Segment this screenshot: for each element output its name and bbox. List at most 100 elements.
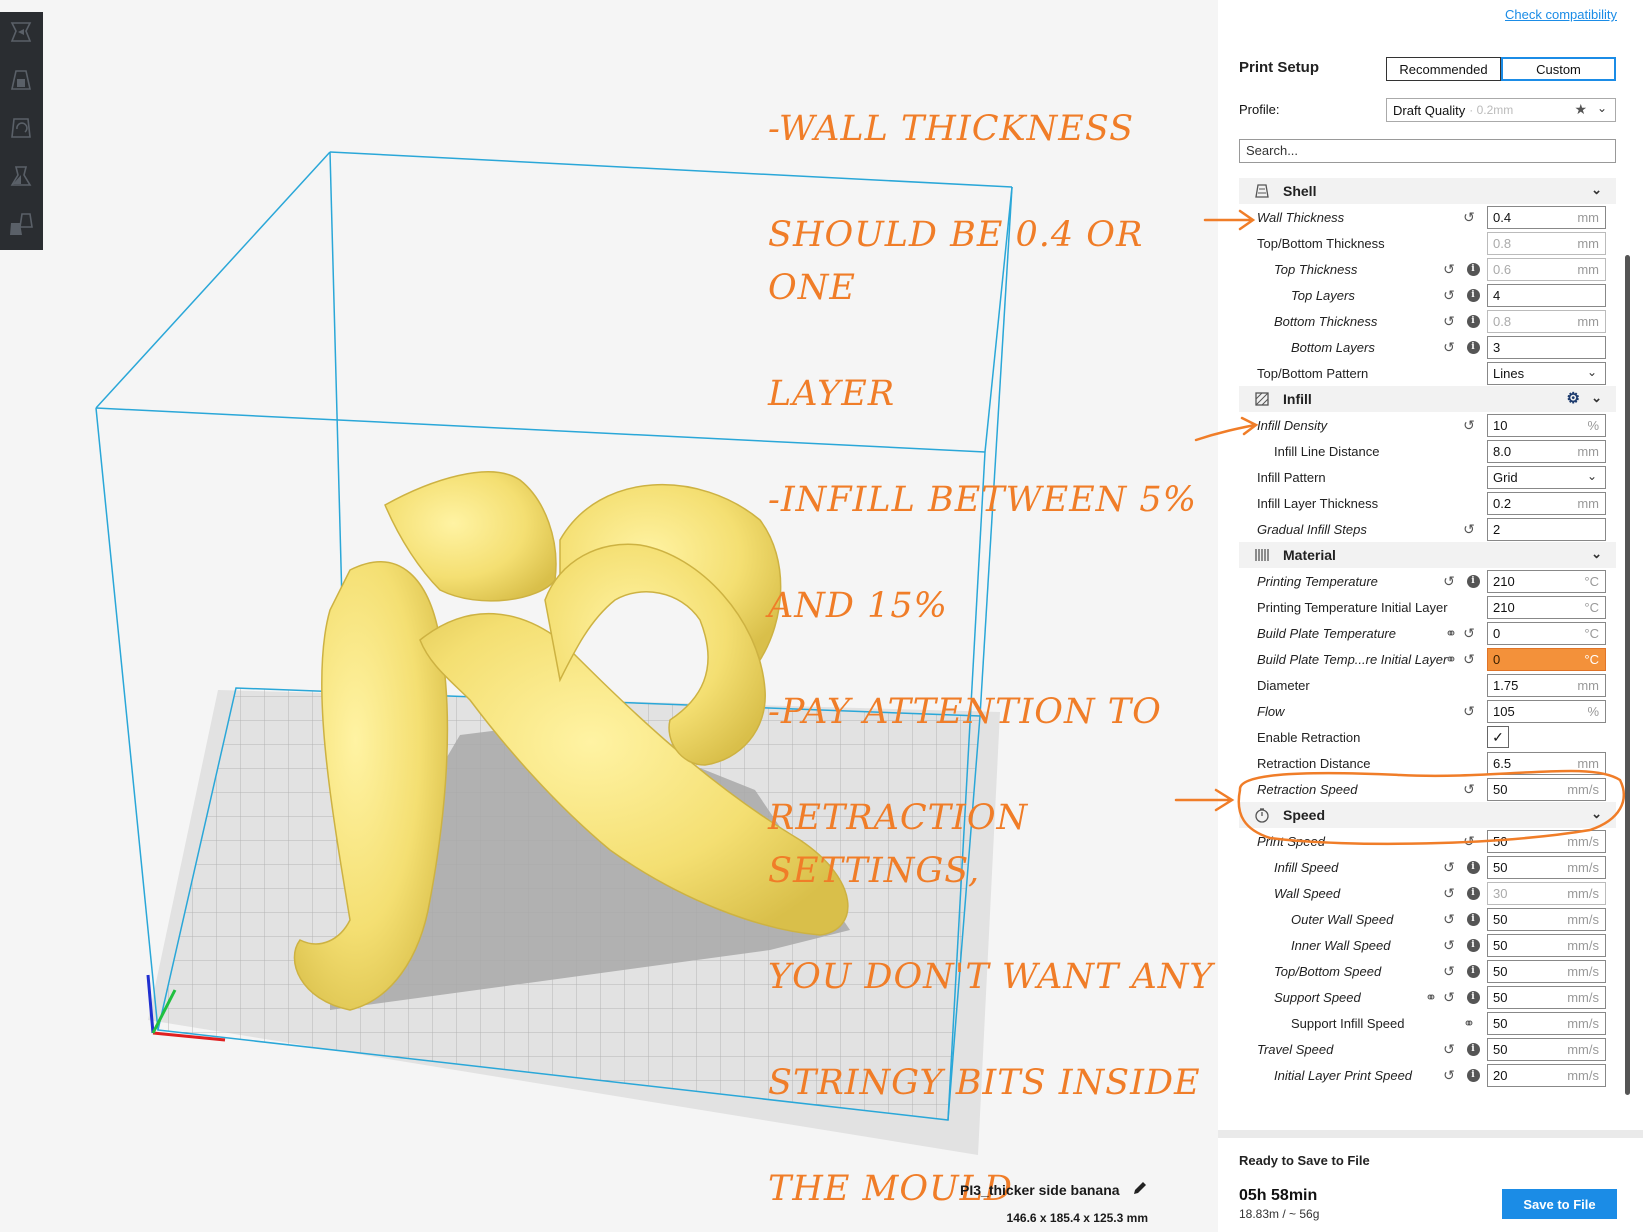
support-speed-input[interactable]: 50 mm/s [1487,986,1606,1009]
top-thickness-input[interactable]: 0.6 mm [1487,258,1606,281]
info-icon[interactable]: i [1465,1067,1481,1083]
3d-viewport[interactable]: -WALL THICKNESS SHOULD BE 0.4 OR ONE LAY… [0,0,1218,1232]
inner-wall-speed-input[interactable]: 50 mm/s [1487,934,1606,957]
reset-icon[interactable]: ↺ [1461,781,1477,797]
reset-icon[interactable]: ↺ [1441,859,1457,875]
reset-icon[interactable]: ↺ [1441,287,1457,303]
check-compatibility-link[interactable]: Check compatibility [1505,7,1617,22]
info-icon[interactable]: i [1465,313,1481,329]
setting-row: Diameter 1.75 mm [1239,672,1616,699]
category-shell[interactable]: Shell ⌄ [1239,178,1616,204]
category-infill[interactable]: Infill ⚙ ⌄ [1239,386,1616,412]
reset-icon[interactable]: ↺ [1461,625,1477,641]
chevron-down-icon[interactable]: ⌄ [1591,546,1602,562]
build-plate-temperature-initial-input[interactable]: 0 °C [1487,648,1606,671]
settings-search-input[interactable]: Search... [1239,139,1616,163]
link-icon[interactable]: ⚭ [1461,1015,1477,1031]
info-icon[interactable]: i [1465,859,1481,875]
info-icon[interactable]: i [1465,989,1481,1005]
reset-icon[interactable]: ↺ [1461,833,1477,849]
setting-row: Enable Retraction ✓ [1239,724,1616,751]
flow-input[interactable]: 105% [1487,700,1606,723]
settings-list[interactable]: Shell ⌄ Wall Thickness ↺ 0.4 mm Top/Botto… [1239,178,1626,1128]
profile-select[interactable]: Draft Quality · 0.2mm ★ ⌄ [1386,98,1616,122]
field-unit: mm/s [1567,990,1599,1005]
pencil-icon[interactable] [1132,1180,1148,1201]
reset-icon[interactable]: ↺ [1441,911,1457,927]
setting-row: Print Speed ↺ 50 mm/s [1239,828,1616,855]
reset-icon[interactable]: ↺ [1441,937,1457,953]
infill-pattern-select[interactable]: Grid ⌄ [1487,466,1606,489]
chevron-down-icon[interactable]: ⌄ [1591,182,1602,198]
top-bottom-pattern-select[interactable]: Lines ⌄ [1487,362,1606,385]
info-icon[interactable]: i [1465,261,1481,277]
support-infill-speed-input[interactable]: 50 mm/s [1487,1012,1606,1035]
link-icon[interactable]: ⚭ [1443,651,1459,667]
move-icon[interactable] [6,17,36,47]
info-icon[interactable]: i [1465,1041,1481,1057]
tab-recommended[interactable]: Recommended [1386,57,1501,81]
setting-row: Flow ↺ 105% [1239,698,1616,725]
initial-layer-print-speed-input[interactable]: 20 mm/s [1487,1064,1606,1087]
print-speed-input[interactable]: 50 mm/s [1487,830,1606,853]
settings-scrollbar[interactable] [1625,255,1630,1095]
top-bottom-thickness-input[interactable]: 0.8 mm [1487,232,1606,255]
chevron-down-icon[interactable]: ⌄ [1591,806,1602,822]
per-model-settings-icon[interactable] [6,209,36,239]
infill-line-distance-input[interactable]: 8.0 mm [1487,440,1606,463]
link-icon[interactable]: ⚭ [1443,625,1459,641]
info-icon[interactable]: i [1465,963,1481,979]
save-to-file-button[interactable]: Save to File [1502,1189,1617,1219]
infill-layer-thickness-input[interactable]: 0.2 mm [1487,492,1606,515]
reset-icon[interactable]: ↺ [1461,703,1477,719]
gradual-infill-steps-input[interactable]: 2 [1487,518,1606,541]
scale-icon[interactable] [6,65,36,95]
reset-icon[interactable]: ↺ [1441,963,1457,979]
info-icon[interactable]: i [1465,937,1481,953]
top-layers-input[interactable]: 4 [1487,284,1606,307]
reset-icon[interactable]: ↺ [1441,1067,1457,1083]
info-icon[interactable]: i [1465,885,1481,901]
setting-label: Top/Bottom Pattern [1257,366,1369,381]
retraction-distance-input[interactable]: 6.5 mm [1487,752,1606,775]
category-material[interactable]: Material ⌄ [1239,542,1616,568]
info-icon[interactable]: i [1465,911,1481,927]
travel-speed-input[interactable]: 50 mm/s [1487,1038,1606,1061]
info-icon[interactable]: i [1465,573,1481,589]
gear-icon[interactable]: ⚙ [1567,389,1580,407]
reset-icon[interactable]: ↺ [1461,651,1477,667]
reset-icon[interactable]: ↺ [1441,1041,1457,1057]
chevron-down-icon[interactable]: ⌄ [1591,390,1602,406]
reset-icon[interactable]: ↺ [1441,313,1457,329]
reset-icon[interactable]: ↺ [1441,885,1457,901]
build-plate-temperature-input[interactable]: 0 °C [1487,622,1606,645]
printing-temperature-initial-input[interactable]: 210 °C [1487,596,1606,619]
rotate-icon[interactable] [6,113,36,143]
top-bottom-speed-input[interactable]: 50 mm/s [1487,960,1606,983]
printing-temperature-input[interactable]: 210 °C [1487,570,1606,593]
reset-icon[interactable]: ↺ [1461,209,1477,225]
reset-icon[interactable]: ↺ [1441,573,1457,589]
category-speed[interactable]: Speed ⌄ [1239,802,1616,828]
link-icon[interactable]: ⚭ [1423,989,1439,1005]
info-icon[interactable]: i [1465,339,1481,355]
outer-wall-speed-input[interactable]: 50 mm/s [1487,908,1606,931]
info-icon[interactable]: i [1465,287,1481,303]
tab-custom[interactable]: Custom [1501,57,1616,81]
reset-icon[interactable]: ↺ [1461,521,1477,537]
reset-icon[interactable]: ↺ [1441,339,1457,355]
reset-icon[interactable]: ↺ [1441,989,1457,1005]
diameter-input[interactable]: 1.75 mm [1487,674,1606,697]
wall-thickness-input[interactable]: 0.4 mm [1487,206,1606,229]
reset-icon[interactable]: ↺ [1461,417,1477,433]
mirror-icon[interactable] [6,161,36,191]
wall-speed-input[interactable]: 30 mm/s [1487,882,1606,905]
reset-icon[interactable]: ↺ [1441,261,1457,277]
infill-density-input[interactable]: 10% [1487,414,1606,437]
retraction-speed-input[interactable]: 50 mm/s [1487,778,1606,801]
bottom-layers-input[interactable]: 3 [1487,336,1606,359]
star-icon[interactable]: ★ [1574,101,1587,118]
enable-retraction-checkbox[interactable]: ✓ [1487,726,1509,748]
bottom-thickness-input[interactable]: 0.8 mm [1487,310,1606,333]
infill-speed-input[interactable]: 50 mm/s [1487,856,1606,879]
